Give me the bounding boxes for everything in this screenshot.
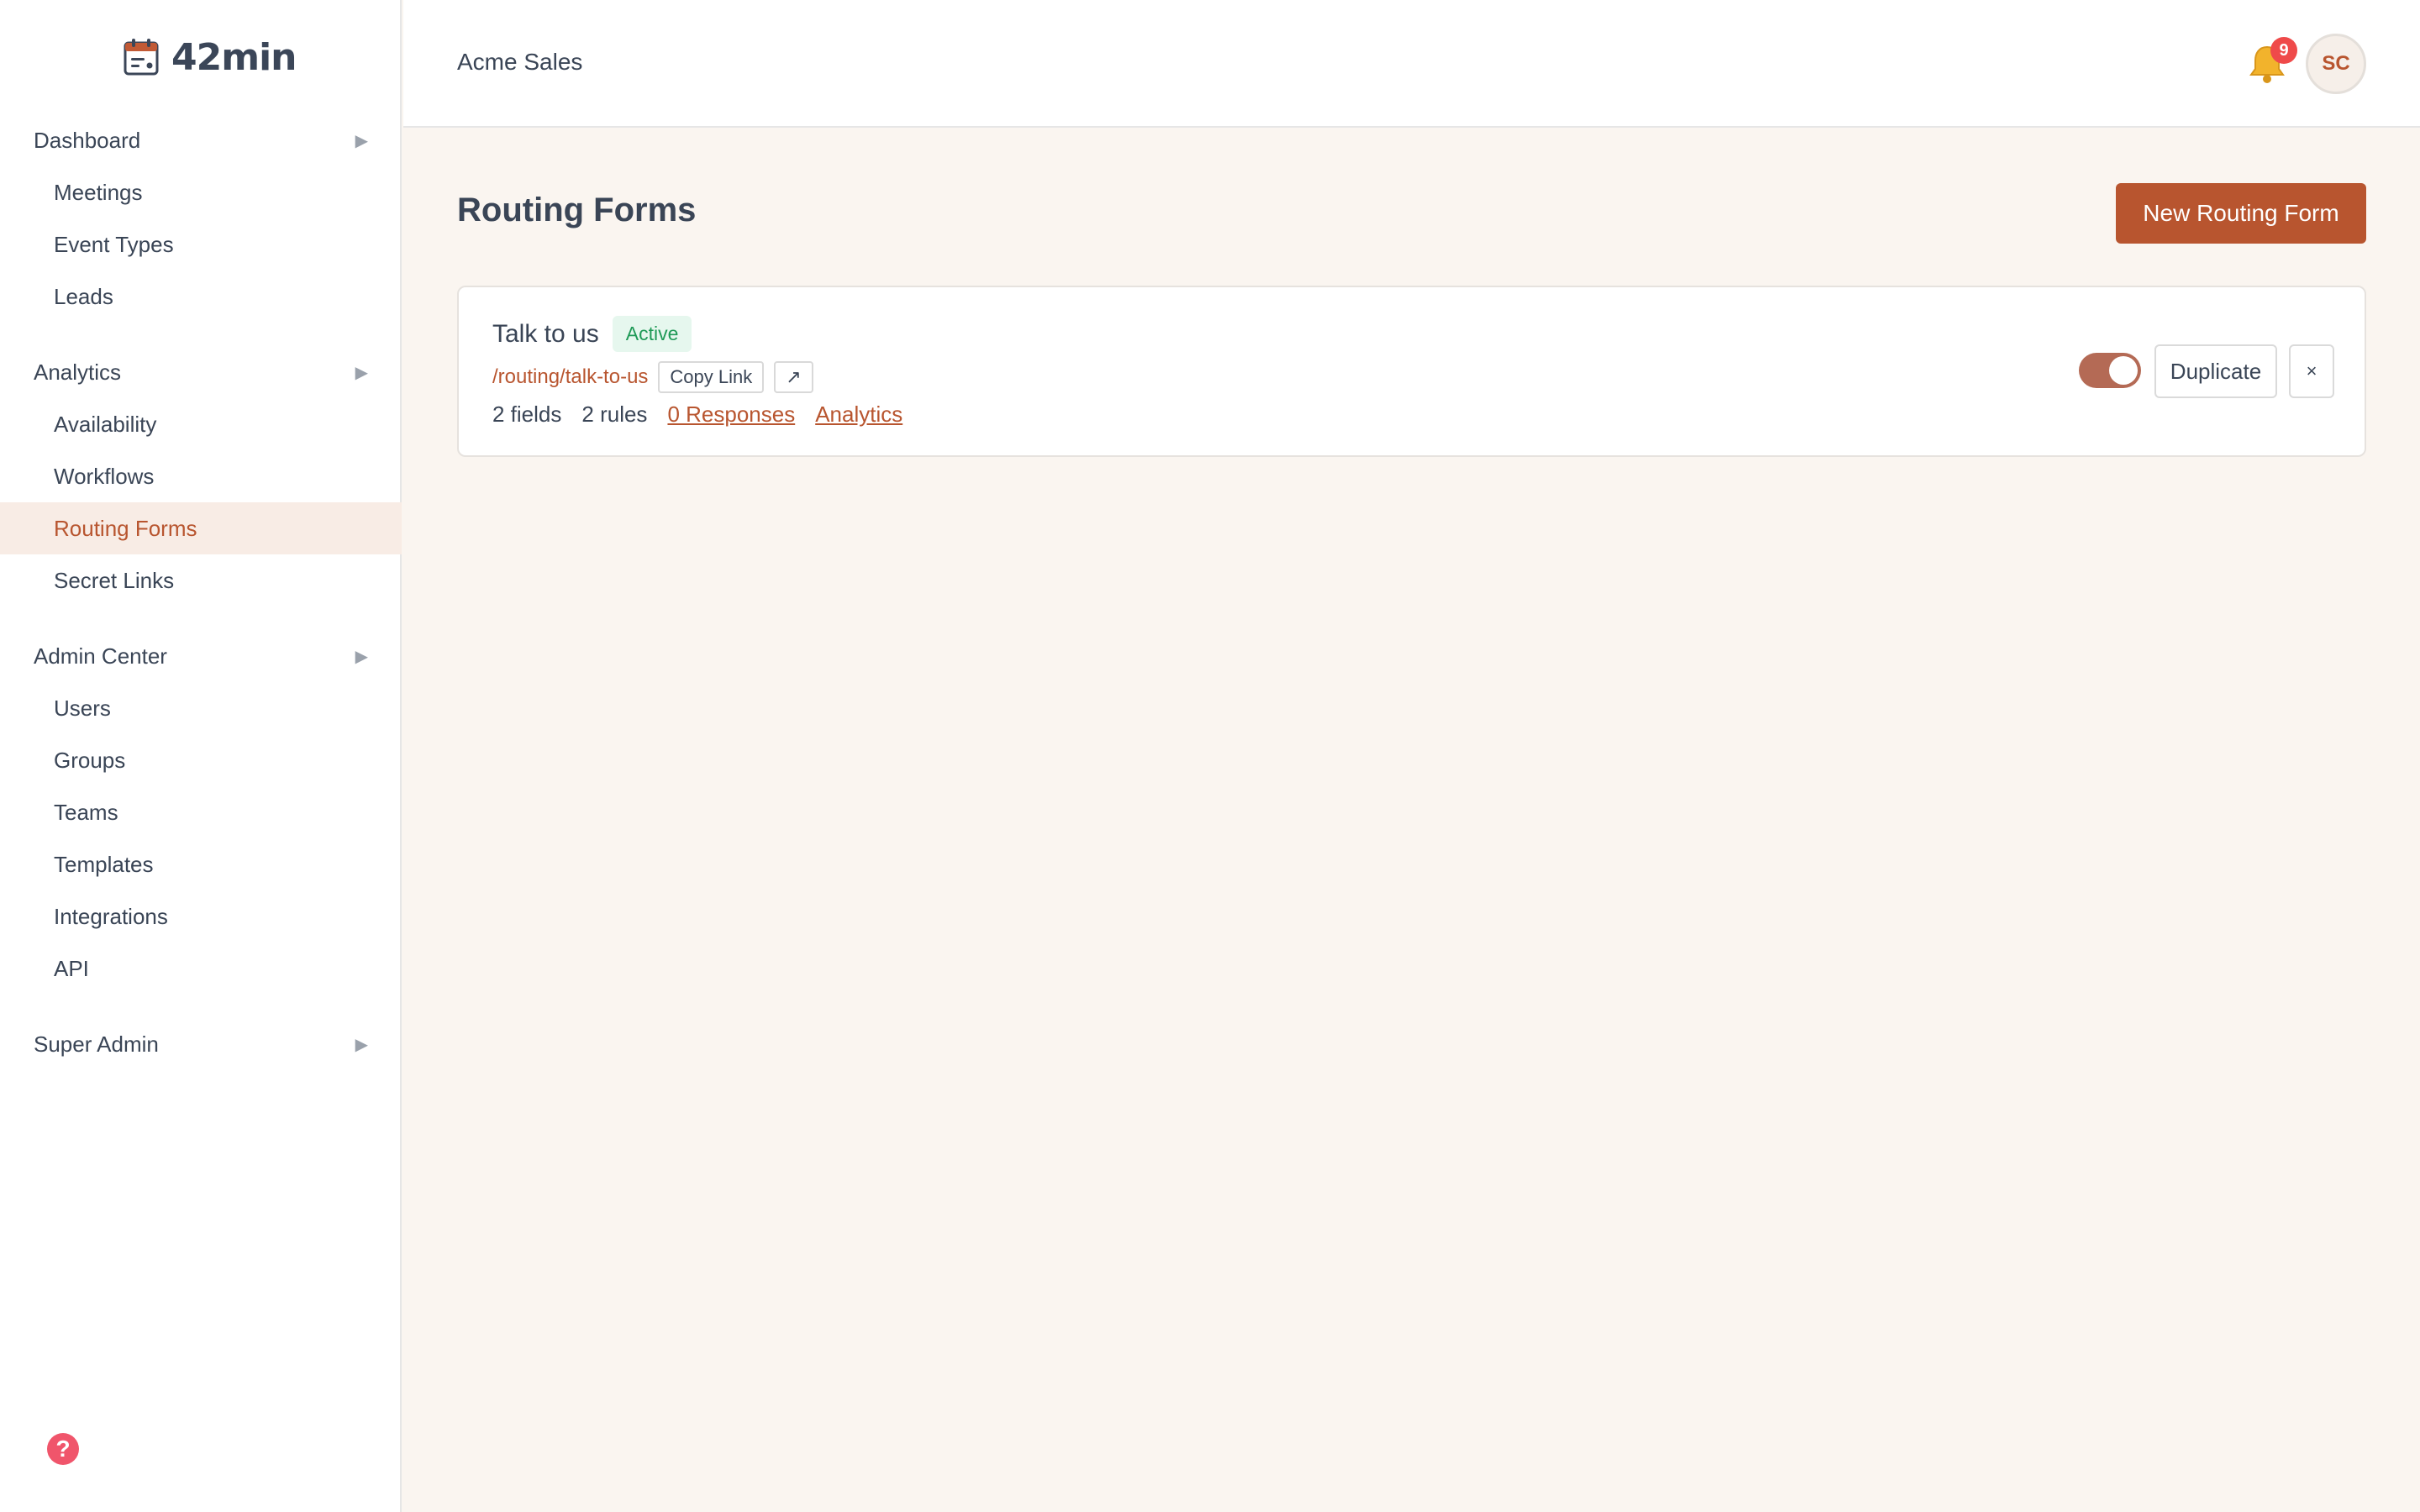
sidebar-item-teams[interactable]: Teams [0,786,402,838]
form-path-link[interactable]: /routing/talk-to-us [492,365,648,389]
avatar[interactable]: SC [2306,34,2366,94]
sidebar-group-super-admin[interactable]: Super Admin ▶ [0,1018,402,1070]
page-title: Routing Forms [457,192,697,228]
sidebar-item-groups[interactable]: Groups [0,734,402,786]
topbar: Acme Sales 9 SC [403,0,2420,128]
sidebar: 42min Dashboard ▶ Meetings Event Types L… [0,0,402,1512]
logo[interactable]: 42min [123,34,297,81]
sidebar-item-event-types[interactable]: Event Types [0,218,402,270]
sidebar-item-availability[interactable]: Availability [0,398,402,450]
chevron-right-icon: ▶ [355,647,368,666]
rules-count: 2 rules [581,402,648,427]
sidebar-item-templates[interactable]: Templates [0,838,402,890]
sidebar-item-leads[interactable]: Leads [0,270,402,323]
external-link-icon[interactable]: ↗ [774,361,813,393]
app-root: 42min Dashboard ▶ Meetings Event Types L… [0,0,2420,1512]
form-name: Talk to us [492,319,599,348]
duplicate-button[interactable]: Duplicate [2154,344,2277,398]
sidebar-group-admin-center[interactable]: Admin Center ▶ [0,630,402,682]
help-icon[interactable]: ? [47,1433,79,1465]
chevron-right-icon: ▶ [355,363,368,382]
delete-button[interactable]: × [2289,344,2334,398]
sidebar-group-label: Admin Center [34,643,167,669]
sidebar-group-label: Super Admin [34,1031,159,1057]
calendar-icon [124,39,159,76]
sidebar-group-label: Analytics [34,359,122,385]
new-routing-form-button[interactable]: New Routing Form [2116,183,2366,244]
sidebar-item-users[interactable]: Users [0,682,402,734]
status-badge: Active [612,316,692,352]
sidebar-item-routing-forms[interactable]: Routing Forms [0,502,402,554]
toggle-knob [2109,356,2138,385]
chevron-right-icon: ▶ [355,131,368,150]
notification-badge: 9 [2270,37,2297,64]
form-link-row: /routing/talk-to-us Copy Link ↗ [492,361,813,393]
copy-link-button[interactable]: Copy Link [658,361,765,393]
org-name: Acme Sales [457,49,583,75]
sidebar-item-api[interactable]: API [0,942,402,995]
sidebar-item-workflows[interactable]: Workflows [0,450,402,502]
fields-count: 2 fields [492,402,562,427]
sidebar-nav: Dashboard ▶ Meetings Event Types Leads A… [0,114,402,1070]
card-title-row: Talk to us Active [492,316,692,352]
chevron-right-icon: ▶ [355,1035,368,1054]
logo-text: 42min [171,35,297,79]
routing-form-card: Talk to us Active /routing/talk-to-us Co… [457,286,2366,457]
sidebar-group-dashboard[interactable]: Dashboard ▶ [0,114,402,166]
responses-link[interactable]: 0 Responses [667,402,795,428]
sidebar-group-analytics[interactable]: Analytics ▶ [0,346,402,398]
analytics-link[interactable]: Analytics [815,402,902,428]
form-enabled-toggle[interactable] [2079,353,2141,388]
sidebar-item-meetings[interactable]: Meetings [0,166,402,218]
sidebar-item-integrations[interactable]: Integrations [0,890,402,942]
form-meta-row: 2 fields 2 rules 0 Responses Analytics [492,402,902,428]
sidebar-group-label: Dashboard [34,127,141,153]
sidebar-item-secret-links[interactable]: Secret Links [0,554,402,606]
